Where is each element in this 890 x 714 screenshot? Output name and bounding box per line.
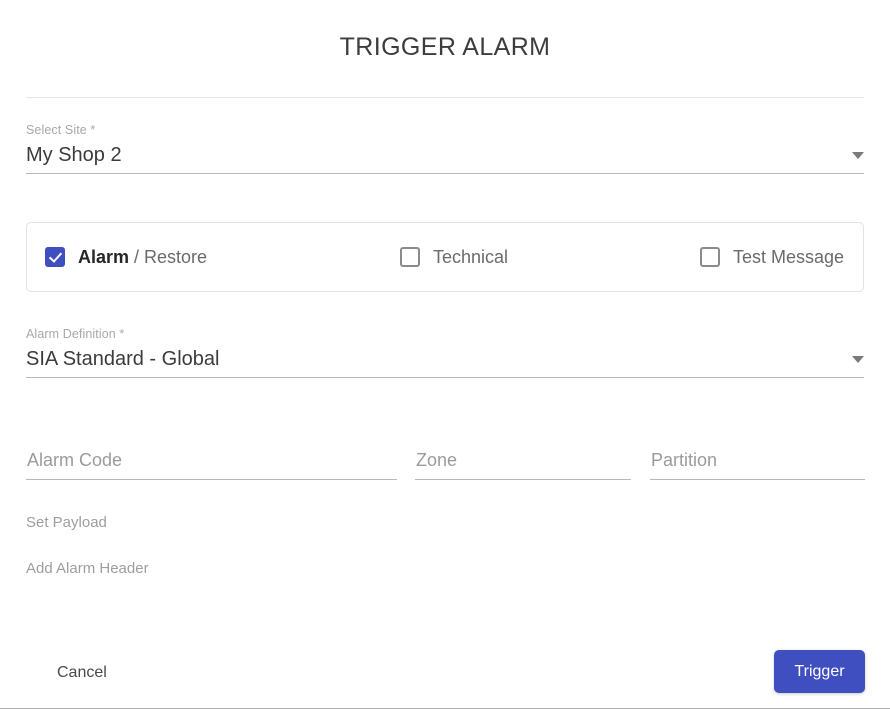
checkbox-test-message[interactable]: Test Message <box>700 246 844 268</box>
checkbox-alarm-restore-label: Alarm / Restore <box>78 246 207 268</box>
title-divider <box>26 97 864 98</box>
select-site-value: My Shop 2 <box>26 144 122 166</box>
alarm-definition-value: SIA Standard - Global <box>26 348 220 370</box>
alarm-type-panel: Alarm / Restore Technical Test Message <box>26 222 864 292</box>
add-alarm-header-expander[interactable]: Add Alarm Header <box>26 559 149 579</box>
checkbox-technical-label-text: Technical <box>433 247 509 267</box>
checkbox-test-message-box[interactable] <box>700 247 720 267</box>
checkbox-alarm-restore-label-light: / Restore <box>129 247 208 267</box>
alarm-definition-label: Alarm Definition * <box>26 327 125 341</box>
select-site-control[interactable]: My Shop 2 <box>26 142 864 174</box>
checkbox-technical-label: Technical <box>433 246 508 268</box>
alarm-code-input[interactable] <box>26 448 397 480</box>
page-title: TRIGGER ALARM <box>339 33 551 61</box>
checkbox-alarm-restore-label-strong: Alarm <box>78 247 130 267</box>
select-site-field[interactable]: Select Site * My Shop 2 <box>26 122 864 174</box>
chevron-down-icon[interactable] <box>852 152 864 159</box>
checkbox-technical[interactable]: Technical <box>400 246 508 268</box>
trigger-button[interactable]: Trigger <box>774 650 865 693</box>
partition-input[interactable] <box>650 448 865 480</box>
checkbox-test-message-label: Test Message <box>733 246 844 268</box>
select-site-label: Select Site * <box>26 123 96 137</box>
set-payload-expander[interactable]: Set Payload <box>26 513 107 533</box>
checkbox-test-message-label-text: Test Message <box>733 247 845 267</box>
trigger-alarm-dialog: TRIGGER ALARM Select Site * My Shop 2 Al… <box>0 0 890 714</box>
checkbox-alarm-restore-box[interactable] <box>45 247 65 267</box>
checkbox-technical-box[interactable] <box>400 247 420 267</box>
alarm-definition-field[interactable]: Alarm Definition * SIA Standard - Global <box>26 326 864 378</box>
checkbox-alarm-restore[interactable]: Alarm / Restore <box>45 246 207 268</box>
bottom-divider <box>0 708 890 709</box>
cancel-button[interactable]: Cancel <box>43 655 121 691</box>
chevron-down-icon[interactable] <box>852 356 864 363</box>
alarm-definition-control[interactable]: SIA Standard - Global <box>26 346 864 378</box>
zone-input[interactable] <box>415 448 631 480</box>
